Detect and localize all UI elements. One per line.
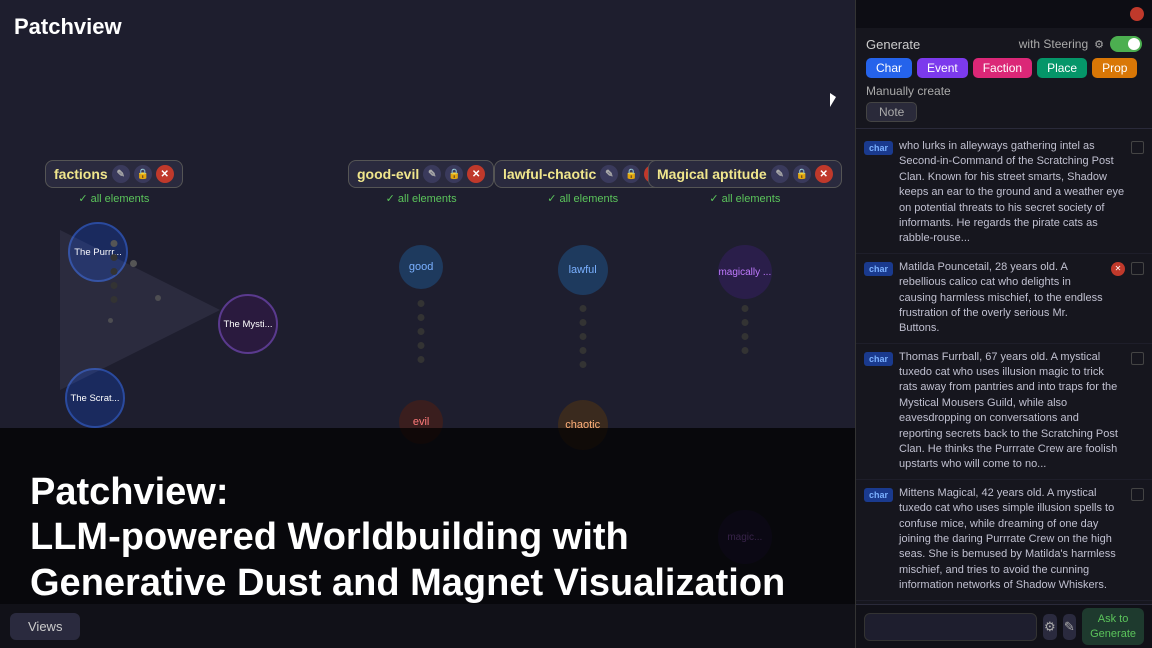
panel-top-bar xyxy=(856,0,1152,28)
panel-icon-btn-2[interactable]: ✎ xyxy=(1063,614,1077,640)
magnet-lawful-chaotic-header[interactable]: lawful-chaotic ✎ 🔒 ✕ xyxy=(494,160,671,188)
card-item[interactable]: char who lurks in alleyways gathering in… xyxy=(856,133,1152,254)
card-badge: char xyxy=(864,262,893,276)
magnet-magical-aptitude: Magical aptitude ✎ 🔒 ✕ all elements magi… xyxy=(648,160,842,205)
magnet-good-evil: good-evil ✎ 🔒 ✕ all elements good evil xyxy=(348,160,494,205)
place-button[interactable]: Place xyxy=(1037,58,1087,78)
card-item[interactable]: char Mittens Magical, 42 years old. A my… xyxy=(856,480,1152,601)
panel-close-icon[interactable] xyxy=(1130,7,1144,21)
event-button[interactable]: Event xyxy=(917,58,968,78)
faction-button[interactable]: Faction xyxy=(973,58,1032,78)
magnet-factions-label: factions xyxy=(54,166,108,182)
magnet-lawful-chaotic: lawful-chaotic ✎ 🔒 ✕ all elements lawful… xyxy=(494,160,671,205)
steering-icon: ⚙ xyxy=(1094,38,1104,51)
card-text: Matilda Pouncetail, 28 years old. A rebe… xyxy=(899,260,1105,337)
magnet-good-evil-label: good-evil xyxy=(357,166,419,182)
card-checkbox[interactable] xyxy=(1131,352,1144,365)
card-text: Thomas Furrball, 67 years old. A mystica… xyxy=(899,350,1125,473)
magnet-lawful-chaotic-label: lawful-chaotic xyxy=(503,166,596,182)
card-badge: char xyxy=(864,488,893,502)
pencil-icon[interactable]: ✎ xyxy=(423,165,441,183)
bottom-bar: Views xyxy=(0,604,855,648)
check-all-magical[interactable]: all elements xyxy=(709,192,780,205)
steering-toggle[interactable] xyxy=(1110,36,1142,52)
lock-icon[interactable]: 🔒 xyxy=(445,165,463,183)
close-icon[interactable]: ✕ xyxy=(467,165,485,183)
card-badge: char xyxy=(864,141,893,155)
char-button[interactable]: Char xyxy=(866,58,912,78)
generate-label: Generate xyxy=(866,37,920,52)
close-icon[interactable]: ✕ xyxy=(815,165,833,183)
magnet-good-evil-header[interactable]: good-evil ✎ 🔒 ✕ xyxy=(348,160,494,188)
node-mysti[interactable]: The Mysti... xyxy=(218,294,278,354)
cursor xyxy=(830,93,842,111)
good-node[interactable]: good xyxy=(399,245,443,289)
pencil-icon[interactable]: ✎ xyxy=(771,165,789,183)
app-title: Patchview xyxy=(14,14,122,40)
lock-icon[interactable]: 🔒 xyxy=(793,165,811,183)
panel-icon-btn-1[interactable]: ⚙ xyxy=(1043,614,1057,640)
generate-row: Generate with Steering ⚙ xyxy=(866,36,1142,52)
card-checkbox[interactable] xyxy=(1131,141,1144,154)
check-all-factions[interactable]: all elements xyxy=(78,192,149,205)
card-text: Mittens Magical, 42 years old. A mystica… xyxy=(899,486,1125,594)
dots-col-magic xyxy=(741,305,748,354)
manually-create-label: Manually create xyxy=(866,84,1142,98)
views-button[interactable]: Views xyxy=(10,613,80,640)
steering-row: with Steering ⚙ xyxy=(1019,36,1142,52)
lock-icon[interactable]: 🔒 xyxy=(134,165,152,183)
close-icon[interactable]: ✕ xyxy=(156,165,174,183)
card-list[interactable]: char who lurks in alleyways gathering in… xyxy=(856,129,1152,604)
check-all-good-evil[interactable]: all elements xyxy=(386,192,457,205)
magnet-magical-aptitude-header[interactable]: Magical aptitude ✎ 🔒 ✕ xyxy=(648,160,842,188)
right-panel: Generate with Steering ⚙ Char Event Fact… xyxy=(855,0,1152,648)
check-all-lawful-chaotic[interactable]: all elements xyxy=(547,192,618,205)
note-button[interactable]: Note xyxy=(866,102,917,122)
magically-node[interactable]: magically ... xyxy=(718,245,772,299)
lawful-node[interactable]: lawful xyxy=(558,245,608,295)
magnet-factions-header[interactable]: factions ✎ 🔒 ✕ xyxy=(45,160,183,188)
card-badge: char xyxy=(864,352,893,366)
prop-button[interactable]: Prop xyxy=(1092,58,1137,78)
lock-icon[interactable]: 🔒 xyxy=(622,165,640,183)
generate-section: Generate with Steering ⚙ Char Event Fact… xyxy=(856,28,1152,129)
overlay-line3: Generative Dust and Magnet Visualization xyxy=(30,562,785,604)
card-remove-icon[interactable]: ✕ xyxy=(1111,262,1125,276)
card-item[interactable]: char Thomas Furrball, 67 years old. A my… xyxy=(856,344,1152,480)
card-item[interactable]: char Matilda Pouncetail, 28 years old. A… xyxy=(856,254,1152,344)
dots-col-factions xyxy=(110,240,117,303)
overlay-line1: Patchview: xyxy=(30,471,229,513)
main-canvas: The Purrr... The Mysti... The Scrat... f… xyxy=(0,0,855,648)
ask-generate-button[interactable]: Ask to Generate xyxy=(1082,608,1144,645)
pencil-icon[interactable]: ✎ xyxy=(600,165,618,183)
card-text: who lurks in alleyways gathering intel a… xyxy=(899,139,1125,247)
magnet-factions: factions ✎ 🔒 ✕ all elements xyxy=(45,160,183,205)
steering-label: with Steering xyxy=(1019,37,1088,51)
dots-col-good-evil xyxy=(418,300,425,363)
dots-col-lawful xyxy=(579,305,586,368)
magnet-magical-aptitude-label: Magical aptitude xyxy=(657,166,767,182)
card-checkbox[interactable] xyxy=(1131,262,1144,275)
triangle-shape xyxy=(60,230,220,390)
pencil-icon[interactable]: ✎ xyxy=(112,165,130,183)
type-buttons: Char Event Faction Place Prop xyxy=(866,58,1142,78)
overlay-line2: LLM-powered Worldbuilding with xyxy=(30,516,629,558)
card-checkbox[interactable] xyxy=(1131,488,1144,501)
panel-input[interactable] xyxy=(864,613,1037,641)
panel-bottom: ⚙ ✎ Ask to Generate xyxy=(856,604,1152,648)
